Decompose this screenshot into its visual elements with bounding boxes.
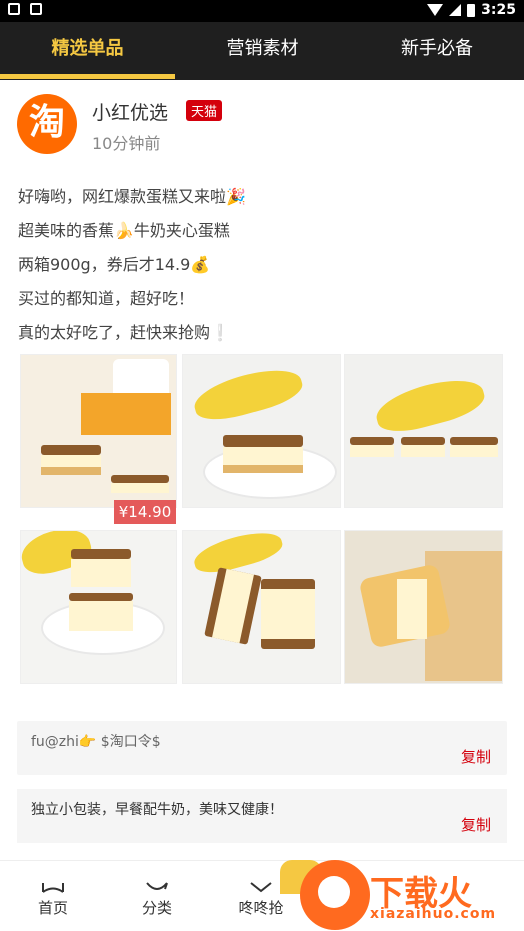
post-description: 好嗨哟，网红爆款蛋糕又来啦🎉 超美味的香蕉🍌牛奶夹心蛋糕 两箱900g，券后才1…	[18, 180, 508, 350]
taobao-command-text: fu@zhi👉 $淘口令$	[31, 734, 161, 750]
post-timestamp: 10分钟前	[92, 134, 161, 153]
promo-copy-box: 独立小包装，早餐配牛奶，美味又健康！ 复制	[17, 789, 507, 843]
product-photo-1[interactable]	[20, 354, 177, 508]
flash-icon	[250, 882, 272, 893]
avatar[interactable]: 淘	[17, 94, 77, 154]
username: 小红优选	[92, 102, 169, 124]
product-photo-6[interactable]	[344, 530, 503, 684]
wifi-icon	[427, 4, 444, 16]
desc-line: 买过的都知道，超好吃！	[18, 289, 195, 308]
tab-featured[interactable]: 精选单品	[0, 22, 175, 80]
notification-icon	[8, 3, 20, 15]
desc-line: 真的太好吃了，赶快来抢购❕	[18, 323, 230, 342]
watermark-logo-ring	[318, 876, 350, 908]
top-tab-bar: 精选单品 营销素材 新手必备	[0, 22, 524, 80]
bottom-nav-label: 首页	[37, 899, 68, 917]
signal-icon	[449, 4, 462, 16]
battery-icon	[467, 3, 476, 17]
desc-line: 好嗨哟，网红爆款蛋糕又来啦🎉	[18, 187, 246, 206]
status-bar: 3:25	[0, 0, 524, 22]
bottom-nav-category[interactable]: 分类	[112, 861, 202, 918]
price-tag: ¥14.90	[114, 500, 176, 524]
copy-promo-button[interactable]: 复制	[461, 814, 491, 835]
copy-command-button[interactable]: 复制	[461, 746, 491, 767]
bottom-nav-home[interactable]: 首页	[8, 861, 98, 918]
status-time: 3:25	[481, 2, 516, 18]
product-photo-5[interactable]	[182, 530, 341, 684]
watermark: 下载火 xiazaihuo.com	[300, 860, 524, 930]
bottom-nav-label: 咚咚抢	[238, 899, 284, 917]
product-photo-2[interactable]	[182, 354, 341, 508]
product-photo-3[interactable]	[344, 354, 503, 508]
tab-marketing[interactable]: 营销素材	[175, 22, 350, 80]
product-box	[81, 393, 171, 435]
bottom-nav-label: 分类	[141, 899, 172, 917]
taobao-command-box: fu@zhi👉 $淘口令$ 复制	[17, 721, 507, 775]
category-icon	[146, 882, 168, 890]
app-notification-icon	[30, 3, 42, 15]
desc-line: 超美味的香蕉🍌牛奶夹心蛋糕	[18, 221, 230, 240]
home-icon	[42, 883, 64, 893]
product-photo-4[interactable]	[20, 530, 177, 684]
desc-line: 两箱900g，券后才14.9💰	[18, 255, 211, 274]
tab-beginner[interactable]: 新手必备	[350, 22, 524, 80]
promo-copy-text: 独立小包装，早餐配牛奶，美味又健康！	[31, 802, 283, 818]
tmall-badge: 天猫	[186, 100, 223, 121]
watermark-url: xiazaihuo.com	[370, 906, 497, 922]
active-tab-indicator	[0, 74, 175, 79]
